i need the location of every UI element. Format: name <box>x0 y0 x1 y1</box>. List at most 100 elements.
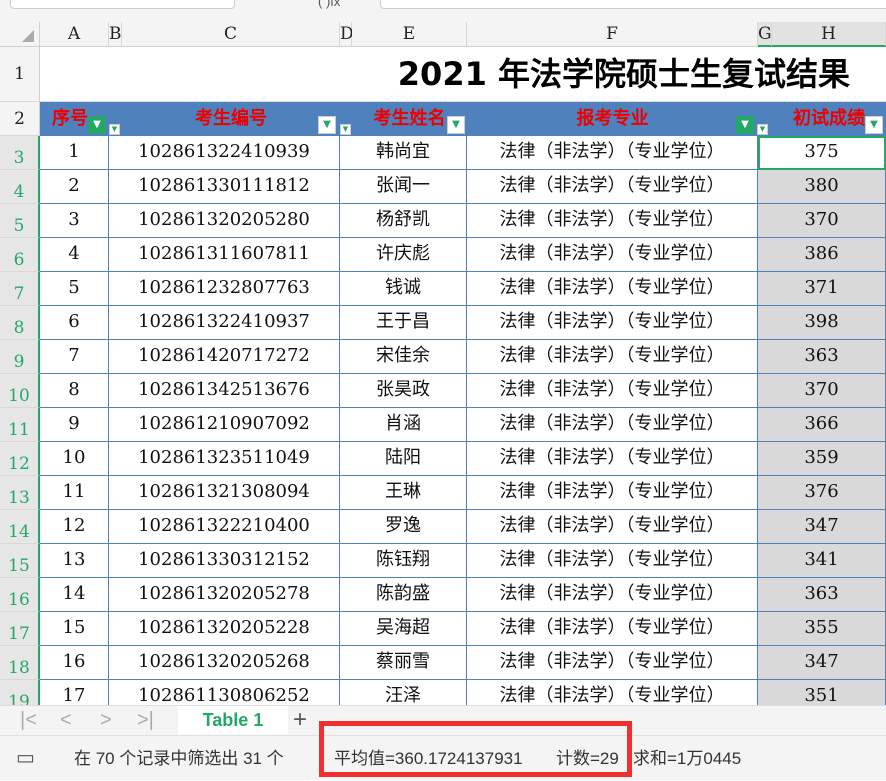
cell-major[interactable]: 法律（非法学）（专业学位） <box>467 578 758 612</box>
column-header-E[interactable]: E <box>352 22 467 47</box>
last-sheet-icon[interactable]: >| <box>137 709 154 732</box>
column-header-G[interactable]: G <box>758 22 772 47</box>
row-header[interactable]: 17 <box>0 612 40 646</box>
cell-major[interactable]: 法律（非法学）（专业学位） <box>467 238 758 272</box>
row-header[interactable]: 16 <box>0 578 40 612</box>
cell-major[interactable]: 法律（非法学）（专业学位） <box>467 204 758 238</box>
cell-name[interactable]: 陆阳 <box>340 442 467 476</box>
cell-name[interactable]: 张闻一 <box>340 170 467 204</box>
row-header[interactable]: 4 <box>0 170 40 204</box>
cell-id[interactable]: 102861342513676 <box>109 374 340 408</box>
filter-dropdown-icon[interactable]: ▼ <box>757 124 768 135</box>
cell-index[interactable]: 3 <box>40 204 109 238</box>
cell-score[interactable]: 347 <box>758 646 886 680</box>
cell-id[interactable]: 102861320205280 <box>109 204 340 238</box>
cell-score[interactable]: 355 <box>758 612 886 646</box>
column-header-H[interactable]: H <box>772 22 886 47</box>
fx-label[interactable]: ( )fx <box>318 0 340 9</box>
cell-major[interactable]: 法律（非法学）（专业学位） <box>467 306 758 340</box>
row-header[interactable]: 13 <box>0 476 40 510</box>
cell-id[interactable]: 102861323511049 <box>109 442 340 476</box>
cell-id[interactable]: 102861330312152 <box>109 544 340 578</box>
filter-active-icon[interactable]: ▼ <box>88 116 106 134</box>
sheet-tab[interactable]: Table 1 <box>178 706 288 736</box>
cell-name[interactable]: 陈韵盛 <box>340 578 467 612</box>
sheet-title[interactable]: 2021 年法学院硕士生复试结果 <box>40 47 886 102</box>
header-major[interactable]: 报考专业 <box>467 102 758 136</box>
cell-index[interactable]: 1 <box>40 136 109 170</box>
cell-major[interactable]: 法律（非法学）（专业学位） <box>467 408 758 442</box>
cell-major[interactable]: 法律（非法学）（专业学位） <box>467 340 758 374</box>
cell-score[interactable]: 359 <box>758 442 886 476</box>
column-header-C[interactable]: C <box>122 22 340 47</box>
cell-major[interactable]: 法律（非法学）（专业学位） <box>467 476 758 510</box>
cell-major[interactable]: 法律（非法学）（专业学位） <box>467 646 758 680</box>
row-header[interactable]: 9 <box>0 340 40 374</box>
filter-dropdown-icon[interactable]: ▼ <box>318 116 336 134</box>
cell-id[interactable]: 102861320205278 <box>109 578 340 612</box>
row-header[interactable]: 14 <box>0 510 40 544</box>
cell-id[interactable]: 102861330111812 <box>109 170 340 204</box>
row-header[interactable]: 5 <box>0 204 40 238</box>
next-sheet-icon[interactable]: > <box>100 709 112 732</box>
cell-name[interactable]: 罗逸 <box>340 510 467 544</box>
column-header-F[interactable]: F <box>467 22 758 47</box>
cell-name[interactable]: 陈钰翔 <box>340 544 467 578</box>
cell-major[interactable]: 法律（非法学）（专业学位） <box>467 374 758 408</box>
cell-index[interactable]: 9 <box>40 408 109 442</box>
row-header-2[interactable]: 2 <box>0 102 40 136</box>
cell-score[interactable]: 370 <box>758 204 886 238</box>
macro-icon[interactable]: ▭ <box>16 736 35 781</box>
cell-major[interactable]: 法律（非法学）（专业学位） <box>467 272 758 306</box>
cell-name[interactable]: 肖涵 <box>340 408 467 442</box>
cell-score[interactable]: 366 <box>758 408 886 442</box>
cell-name[interactable]: 韩尚宜 <box>340 136 467 170</box>
formula-input[interactable] <box>380 0 886 9</box>
cell-index[interactable]: 14 <box>40 578 109 612</box>
row-header[interactable]: 11 <box>0 408 40 442</box>
row-header[interactable]: 8 <box>0 306 40 340</box>
cell-id[interactable]: 102861322410939 <box>109 136 340 170</box>
cell-score[interactable]: 370 <box>758 374 886 408</box>
cell-name[interactable]: 蔡丽雪 <box>340 646 467 680</box>
cell-id[interactable]: 102861232807763 <box>109 272 340 306</box>
filter-dropdown-icon[interactable]: ▼ <box>865 116 883 134</box>
column-header-D[interactable]: D <box>340 22 354 47</box>
cell-name[interactable]: 钱诚 <box>340 272 467 306</box>
cell-name[interactable]: 张昊政 <box>340 374 467 408</box>
cell-id[interactable]: 102861210907092 <box>109 408 340 442</box>
cell-score[interactable]: 375 <box>758 136 886 170</box>
cell-name[interactable]: 王于昌 <box>340 306 467 340</box>
first-sheet-icon[interactable]: |< <box>20 709 37 732</box>
cell-major[interactable]: 法律（非法学）（专业学位） <box>467 442 758 476</box>
row-header[interactable]: 15 <box>0 544 40 578</box>
row-header[interactable]: 6 <box>0 238 40 272</box>
filter-active-icon[interactable]: ▼ <box>736 116 754 134</box>
row-header[interactable]: 3 <box>0 136 40 170</box>
cell-name[interactable]: 许庆彪 <box>340 238 467 272</box>
cell-name[interactable]: 王琳 <box>340 476 467 510</box>
cell-major[interactable]: 法律（非法学）（专业学位） <box>467 544 758 578</box>
row-header[interactable]: 7 <box>0 272 40 306</box>
filter-dropdown-icon[interactable]: ▼ <box>340 124 351 135</box>
cell-name[interactable]: 吴海超 <box>340 612 467 646</box>
cell-score[interactable]: 398 <box>758 306 886 340</box>
cell-score[interactable]: 376 <box>758 476 886 510</box>
filter-dropdown-icon[interactable]: ▼ <box>447 116 465 134</box>
cell-index[interactable]: 2 <box>40 170 109 204</box>
column-header-A[interactable]: A <box>40 22 109 47</box>
name-box[interactable] <box>10 0 235 9</box>
cell-index[interactable]: 6 <box>40 306 109 340</box>
cell-name[interactable]: 宋佳余 <box>340 340 467 374</box>
row-header[interactable]: 12 <box>0 442 40 476</box>
cell-score[interactable]: 371 <box>758 272 886 306</box>
cell-id[interactable]: 102861311607811 <box>109 238 340 272</box>
cell-index[interactable]: 8 <box>40 374 109 408</box>
cell-id[interactable]: 102861322410937 <box>109 306 340 340</box>
cell-index[interactable]: 4 <box>40 238 109 272</box>
filter-dropdown-icon[interactable]: ▼ <box>109 124 120 135</box>
cell-id[interactable]: 102861322210400 <box>109 510 340 544</box>
column-header-B[interactable]: B <box>109 22 122 47</box>
cell-id[interactable]: 102861321308094 <box>109 476 340 510</box>
cell-index[interactable]: 13 <box>40 544 109 578</box>
